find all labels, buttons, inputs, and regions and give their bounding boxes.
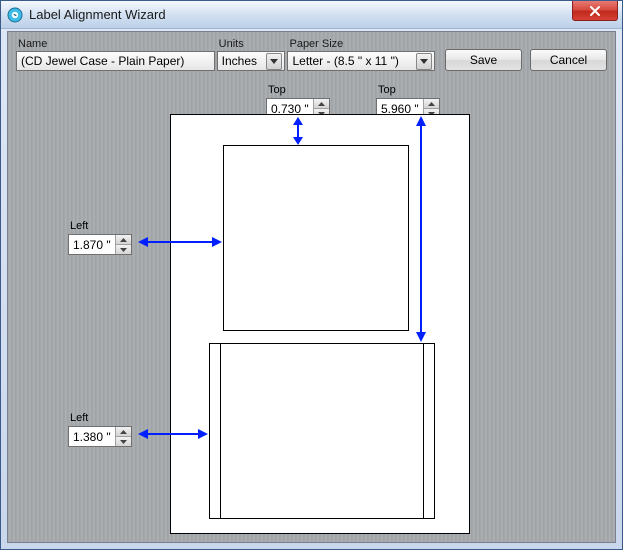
left2-label: Left <box>68 412 132 424</box>
spin-down-icon[interactable] <box>116 245 131 254</box>
client-area: Name (CD Jewel Case - Plain Paper) Units… <box>7 31 616 543</box>
inner-line-left <box>220 344 221 518</box>
close-icon <box>589 5 601 17</box>
titlebar: Label Alignment Wizard <box>1 1 622 29</box>
close-button[interactable] <box>572 1 618 21</box>
chevron-down-icon <box>266 53 282 70</box>
paper-preview <box>170 114 470 534</box>
name-combo[interactable]: (CD Jewel Case - Plain Paper) <box>16 51 215 71</box>
cancel-button[interactable]: Cancel <box>530 49 607 71</box>
name-label: Name <box>16 37 215 51</box>
left1-label: Left <box>68 220 132 232</box>
units-label: Units <box>217 37 286 51</box>
left1-group: Left <box>68 220 132 255</box>
units-combo[interactable]: Inches <box>217 51 286 71</box>
chevron-down-icon <box>416 53 432 70</box>
toolbar: Name (CD Jewel Case - Plain Paper) Units… <box>12 35 611 73</box>
top1-label: Top <box>266 84 330 96</box>
left2-group: Left <box>68 412 132 447</box>
left2-spinner[interactable] <box>68 426 132 447</box>
spin-up-icon[interactable] <box>314 99 329 109</box>
paper-combo-value: Letter - (8.5 " x 11 ") <box>292 54 398 68</box>
left2-input[interactable] <box>69 427 115 446</box>
inner-line-right <box>423 344 424 518</box>
spin-up-icon[interactable] <box>116 427 131 437</box>
app-icon <box>7 7 23 23</box>
paper-label: Paper Size <box>287 37 435 51</box>
label-bottom <box>209 343 435 519</box>
left1-input[interactable] <box>69 235 115 254</box>
paper-combo[interactable]: Letter - (8.5 " x 11 ") <box>287 51 435 71</box>
window-title: Label Alignment Wizard <box>29 7 166 22</box>
spin-up-icon[interactable] <box>424 99 439 109</box>
app-window: Label Alignment Wizard Name (CD Jewel Ca… <box>0 0 623 550</box>
name-combo-value: (CD Jewel Case - Plain Paper) <box>21 54 184 68</box>
spin-up-icon[interactable] <box>116 235 131 245</box>
top2-label: Top <box>376 84 440 96</box>
label-top <box>223 145 409 331</box>
units-combo-value: Inches <box>222 54 257 68</box>
save-button[interactable]: Save <box>445 49 522 71</box>
left1-spinner[interactable] <box>68 234 132 255</box>
spin-down-icon[interactable] <box>116 437 131 446</box>
